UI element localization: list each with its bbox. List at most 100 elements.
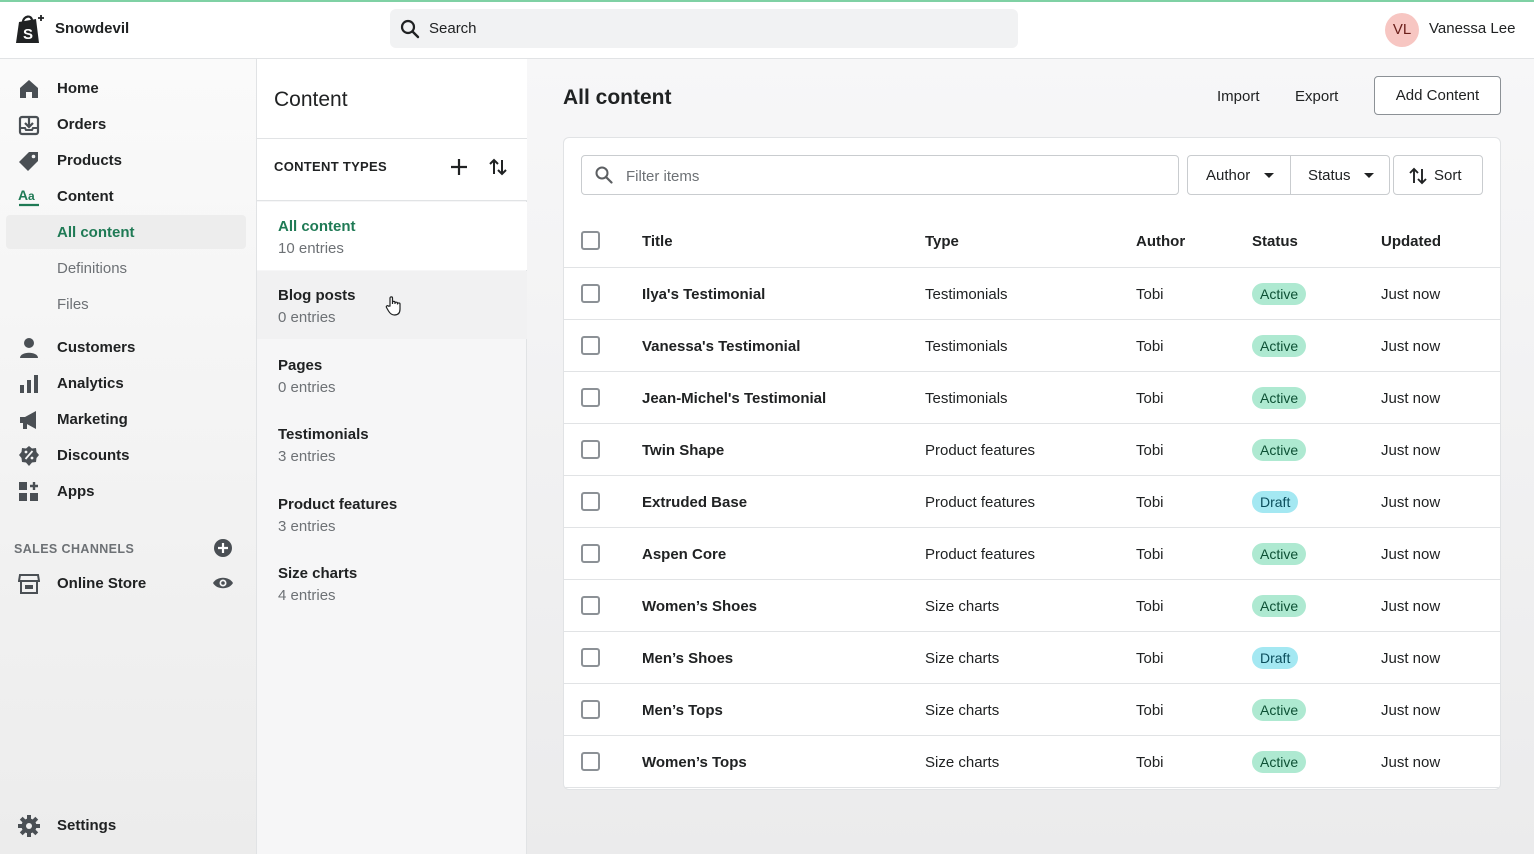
table-row[interactable]: Men’s Tops Size charts Tobi Active Just now — [564, 684, 1500, 736]
row-checkbox[interactable] — [581, 544, 600, 563]
select-all-checkbox[interactable] — [581, 231, 600, 250]
svg-text:A: A — [18, 187, 28, 203]
row-title[interactable]: Men’s Shoes — [642, 650, 733, 667]
sort-button[interactable]: Sort — [1393, 155, 1483, 195]
row-type: Product features — [925, 546, 1036, 563]
add-content-button[interactable]: Add Content — [1374, 76, 1501, 115]
import-button[interactable]: Import — [1217, 88, 1260, 105]
table-row[interactable]: Ilya's Testimonial Testimonials Tobi Active… — [564, 268, 1500, 320]
row-checkbox[interactable] — [581, 596, 600, 615]
author-filter-button[interactable]: Author — [1187, 155, 1291, 195]
home-icon — [20, 80, 38, 98]
status-filter-label: Status — [1308, 167, 1351, 184]
row-checkbox[interactable] — [581, 752, 600, 771]
sidebar-item-label: Products — [57, 152, 123, 169]
shopify-logo-icon[interactable]: S — [12, 12, 46, 46]
row-updated: Just now — [1381, 754, 1441, 771]
sidebar-item-settings[interactable]: Settings — [0, 810, 247, 842]
table-row[interactable]: Women’s Shoes Size charts Tobi Active Just n… — [564, 580, 1500, 632]
status-filter-button[interactable]: Status — [1290, 155, 1390, 195]
content-type-count: 10 entries — [278, 240, 344, 257]
row-title[interactable]: Women’s Tops — [642, 754, 747, 771]
row-title[interactable]: Ilya's Testimonial — [642, 286, 765, 303]
status-badge: Draft — [1252, 647, 1299, 669]
status-badge: Active — [1252, 335, 1307, 357]
store-name[interactable]: Snowdevil — [55, 20, 129, 37]
content-type-testimonials[interactable]: Testimonials 3 entries — [257, 410, 527, 478]
row-title[interactable]: Twin Shape — [642, 442, 724, 459]
row-type: Size charts — [925, 754, 1000, 771]
plus-icon[interactable] — [448, 156, 470, 178]
search-bar[interactable]: Search — [390, 9, 1018, 48]
sidebar-item-label: Customers — [57, 339, 136, 356]
sidebar-item-customers[interactable]: Customers — [0, 332, 247, 364]
sidebar-subitem-label: Files — [57, 296, 89, 313]
table-row[interactable]: Twin Shape Product features Tobi Active Just… — [564, 424, 1500, 476]
table-row[interactable]: Jean-Michel's Testimonial Testimonials Tob… — [564, 372, 1500, 424]
add-sales-channel-icon[interactable] — [213, 538, 233, 558]
row-updated: Just now — [1381, 390, 1441, 407]
sidebar-item-label: Content — [57, 188, 114, 205]
filter-input[interactable]: Filter items — [581, 155, 1179, 195]
row-type: Size charts — [925, 702, 1000, 719]
sidebar-item-label: Apps — [57, 483, 95, 500]
row-checkbox[interactable] — [581, 284, 600, 303]
column-header-type[interactable]: Type — [925, 233, 959, 250]
row-checkbox[interactable] — [581, 648, 600, 667]
row-title[interactable]: Vanessa's Testimonial — [642, 338, 800, 355]
row-checkbox[interactable] — [581, 700, 600, 719]
row-checkbox[interactable] — [581, 440, 600, 459]
sidebar-subitem-label: Definitions — [57, 260, 128, 277]
orders-icon — [18, 115, 40, 136]
sidebar-item-apps[interactable]: Apps — [0, 476, 247, 508]
row-author: Tobi — [1136, 754, 1164, 771]
table-row[interactable]: Aspen Core Product features Tobi Active Just… — [564, 528, 1500, 580]
row-title[interactable]: Extruded Base — [642, 494, 747, 511]
status-badge: Active — [1252, 543, 1307, 565]
sidebar-item-marketing[interactable]: Marketing — [0, 404, 247, 436]
column-header-title[interactable]: Title — [642, 233, 673, 250]
store-icon — [18, 574, 40, 594]
top-bar: S Snowdevil Search VL Vanessa Lee — [0, 2, 1534, 59]
sidebar-subitem-files[interactable]: Files — [6, 287, 246, 321]
sidebar-item-discounts[interactable]: Discounts — [0, 440, 247, 472]
export-button[interactable]: Export — [1295, 88, 1338, 105]
row-author: Tobi — [1136, 598, 1164, 615]
column-header-status[interactable]: Status — [1252, 233, 1298, 250]
table-row[interactable]: Extruded Base Product features Tobi Draft Ju… — [564, 476, 1500, 528]
content-type-count: 0 entries — [278, 309, 336, 326]
sidebar-item-home[interactable]: Home — [0, 73, 247, 105]
sidebar-subitem-definitions[interactable]: Definitions — [6, 251, 246, 285]
main-area: All content Import Export Add Content Fi… — [527, 59, 1534, 854]
content-type-product-features[interactable]: Product features 3 entries — [257, 480, 527, 548]
eye-icon[interactable] — [212, 574, 234, 592]
row-checkbox[interactable] — [581, 388, 600, 407]
sidebar-item-analytics[interactable]: Analytics — [0, 368, 247, 400]
sidebar-item-orders[interactable]: Orders — [0, 109, 247, 141]
row-title[interactable]: Women’s Shoes — [642, 598, 757, 615]
sidebar-item-label: Marketing — [57, 411, 128, 428]
content-type-pages[interactable]: Pages 0 entries — [257, 341, 527, 409]
table-row[interactable]: Vanessa's Testimonial Testimonials Tobi Act… — [564, 320, 1500, 372]
sort-arrows-icon[interactable] — [487, 156, 509, 178]
row-title[interactable]: Aspen Core — [642, 546, 726, 563]
sidebar-subitem-all-content[interactable]: All content — [6, 215, 246, 249]
content-type-size-charts[interactable]: Size charts 4 entries — [257, 549, 527, 617]
sidebar-item-content[interactable]: A a Content — [0, 181, 247, 213]
table-row[interactable]: Women’s Tops Size charts Tobi Active Just no… — [564, 736, 1500, 788]
row-title[interactable]: Men’s Tops — [642, 702, 723, 719]
content-type-all-content[interactable]: All content 10 entries — [257, 202, 527, 270]
column-header-author[interactable]: Author — [1136, 233, 1185, 250]
avatar[interactable]: VL — [1385, 13, 1419, 47]
sidebar-item-products[interactable]: Products — [0, 145, 247, 177]
user-name[interactable]: Vanessa Lee — [1429, 20, 1515, 37]
row-checkbox[interactable] — [581, 492, 600, 511]
row-title[interactable]: Jean-Michel's Testimonial — [642, 390, 826, 407]
hand-cursor-icon — [385, 296, 401, 316]
content-type-name: Testimonials — [278, 426, 369, 443]
sidebar-item-online-store[interactable]: Online Store — [0, 568, 247, 600]
row-checkbox[interactable] — [581, 336, 600, 355]
column-header-updated[interactable]: Updated — [1381, 233, 1441, 250]
row-type: Testimonials — [925, 390, 1008, 407]
table-row[interactable]: Men’s Shoes Size charts Tobi Draft Just now — [564, 632, 1500, 684]
